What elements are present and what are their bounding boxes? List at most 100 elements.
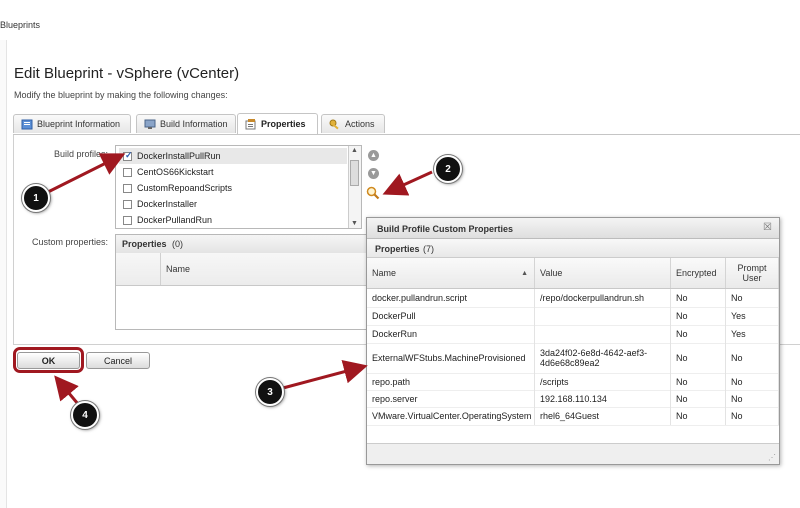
grid-column-spacer xyxy=(116,253,161,285)
list-scrollbar[interactable]: ▲ ▼ xyxy=(348,146,361,228)
callout-1: 1 xyxy=(22,184,50,212)
close-icon[interactable]: ☒ xyxy=(763,222,772,233)
cell-name: ExternalWFStubs.MachineProvisioned xyxy=(367,343,535,373)
custom-properties-grid: Properties (0) Name xyxy=(115,234,375,330)
cell-prompt: No xyxy=(726,407,779,425)
cell-encrypted: No xyxy=(671,373,726,390)
scroll-up-icon[interactable]: ▲ xyxy=(351,147,358,154)
left-nav-edge xyxy=(0,40,7,508)
tab-properties[interactable]: Properties xyxy=(237,113,318,134)
cancel-button[interactable]: Cancel xyxy=(86,352,150,369)
grid-column-header: Name xyxy=(116,253,374,286)
grid-title: Properties xyxy=(122,239,167,249)
tab-actions[interactable]: Actions xyxy=(321,114,385,133)
page-subtitle: Modify the blueprint by making the follo… xyxy=(14,90,228,100)
list-item[interactable]: DockerPullandRun xyxy=(119,212,212,228)
arrow-3 xyxy=(282,360,368,390)
grid-count: (0) xyxy=(172,239,183,249)
scroll-down-icon[interactable]: ▼ xyxy=(351,220,358,227)
cell-prompt: No xyxy=(726,390,779,407)
sort-ascending-icon[interactable]: ▲ xyxy=(521,270,528,277)
column-header-name[interactable]: Name ▲ xyxy=(367,258,535,288)
list-item[interactable]: ✓ DockerInstallPullRun xyxy=(119,148,347,164)
cell-encrypted: No xyxy=(671,289,726,307)
cell-encrypted: No xyxy=(671,390,726,407)
cell-name: DockerPull xyxy=(367,307,535,325)
list-item-label: DockerPullandRun xyxy=(137,215,213,225)
table-row[interactable]: VMware.VirtualCenter.OperatingSystem rhel… xyxy=(367,407,779,426)
ok-button[interactable]: OK xyxy=(17,352,80,369)
resize-grip-icon[interactable]: ⋰ xyxy=(768,453,776,462)
list-item-label: CustomRepoandScripts xyxy=(137,183,233,193)
column-label: Name xyxy=(372,268,397,278)
tab-label: Build Information xyxy=(160,119,228,129)
cell-name: repo.server xyxy=(367,390,535,407)
cell-encrypted: No xyxy=(671,343,726,373)
cell-value xyxy=(535,325,671,343)
cell-value: 3da24f02-6e8d-4642-aef3-4d6e68c89ea2 xyxy=(535,343,671,373)
checkbox[interactable] xyxy=(123,215,132,225)
dialog-title-bar: Build Profile Custom Properties ☒ xyxy=(367,218,779,239)
checkbox[interactable] xyxy=(123,199,132,209)
cell-name: repo.path xyxy=(367,373,535,390)
list-item[interactable]: DockerInstaller xyxy=(119,196,197,212)
check-icon: ✓ xyxy=(125,149,133,160)
list-item-label: DockerInstallPullRun xyxy=(137,151,221,161)
scroll-thumb[interactable] xyxy=(350,160,359,186)
cell-value: 192.168.110.134 xyxy=(535,390,671,407)
table-row[interactable]: DockerPull No Yes xyxy=(367,307,779,326)
cell-encrypted: No xyxy=(671,307,726,325)
table-row[interactable]: ExternalWFStubs.MachineProvisioned 3da24f… xyxy=(367,343,779,374)
column-label: Value xyxy=(540,268,563,278)
list-item[interactable]: CentOS66Kickstart xyxy=(119,164,214,180)
cell-value xyxy=(535,307,671,325)
list-item[interactable]: CustomRepoandScripts xyxy=(119,180,232,196)
cell-prompt: No xyxy=(726,343,779,373)
column-label: Encrypted xyxy=(676,268,717,278)
cell-prompt: Yes xyxy=(726,307,779,325)
column-header-prompt-user[interactable]: Prompt User xyxy=(726,258,779,288)
key-icon xyxy=(329,119,341,130)
tab-build-information[interactable]: Build Information xyxy=(136,114,236,133)
dialog-footer: ⋰ xyxy=(367,443,779,464)
callout-3: 3 xyxy=(256,378,284,406)
move-down-icon[interactable]: ▼ xyxy=(368,168,379,179)
cell-prompt: No xyxy=(726,289,779,307)
grid-header: Properties (0) xyxy=(116,235,374,254)
dialog-subheader: Properties (7) xyxy=(367,239,779,258)
custom-properties-label: Custom properties: xyxy=(31,237,108,247)
breadcrumb[interactable]: Blueprints xyxy=(0,20,40,30)
blueprint-icon xyxy=(21,119,33,130)
cell-value: rhel6_64Guest xyxy=(535,407,671,425)
view-properties-magnifier-icon[interactable] xyxy=(366,186,380,200)
build-profiles-list[interactable]: ✓ DockerInstallPullRun CentOS66Kickstart… xyxy=(115,145,362,229)
cell-encrypted: No xyxy=(671,325,726,343)
server-icon xyxy=(144,119,156,130)
table-row[interactable]: repo.server 192.168.110.134 No No xyxy=(367,390,779,408)
properties-icon xyxy=(245,118,257,130)
dialog-subheader-title: Properties xyxy=(375,244,420,254)
cell-prompt: Yes xyxy=(726,325,779,343)
dialog-column-header: Name ▲ Value Encrypted Prompt User xyxy=(367,258,779,289)
move-up-icon[interactable]: ▲ xyxy=(368,150,379,161)
tab-label: Blueprint Information xyxy=(37,119,121,129)
dialog-title: Build Profile Custom Properties xyxy=(377,224,514,234)
tab-blueprint-information[interactable]: Blueprint Information xyxy=(13,114,131,133)
column-header-encrypted[interactable]: Encrypted xyxy=(671,258,726,288)
checkbox[interactable]: ✓ xyxy=(123,149,133,161)
cell-prompt: No xyxy=(726,373,779,390)
column-header-value[interactable]: Value xyxy=(535,258,671,288)
tab-label: Actions xyxy=(345,119,375,129)
checkbox[interactable] xyxy=(123,167,132,177)
tab-label: Properties xyxy=(261,119,306,129)
dialog-count: (7) xyxy=(423,244,434,254)
table-row[interactable]: repo.path/scripts No No xyxy=(367,373,779,391)
page-title: Edit Blueprint - vSphere (vCenter) xyxy=(14,65,240,82)
cell-value: /repo/dockerpullandrun.sh xyxy=(535,289,671,307)
table-row[interactable]: docker.pullandrun.script/repo/dockerpull… xyxy=(367,289,779,308)
table-row[interactable]: DockerRun No Yes xyxy=(367,325,779,344)
cell-value: /scripts xyxy=(535,373,671,390)
column-header-name[interactable]: Name xyxy=(166,264,190,274)
checkbox[interactable] xyxy=(123,183,132,193)
build-profile-properties-dialog: Build Profile Custom Properties ☒ Proper… xyxy=(366,217,780,465)
